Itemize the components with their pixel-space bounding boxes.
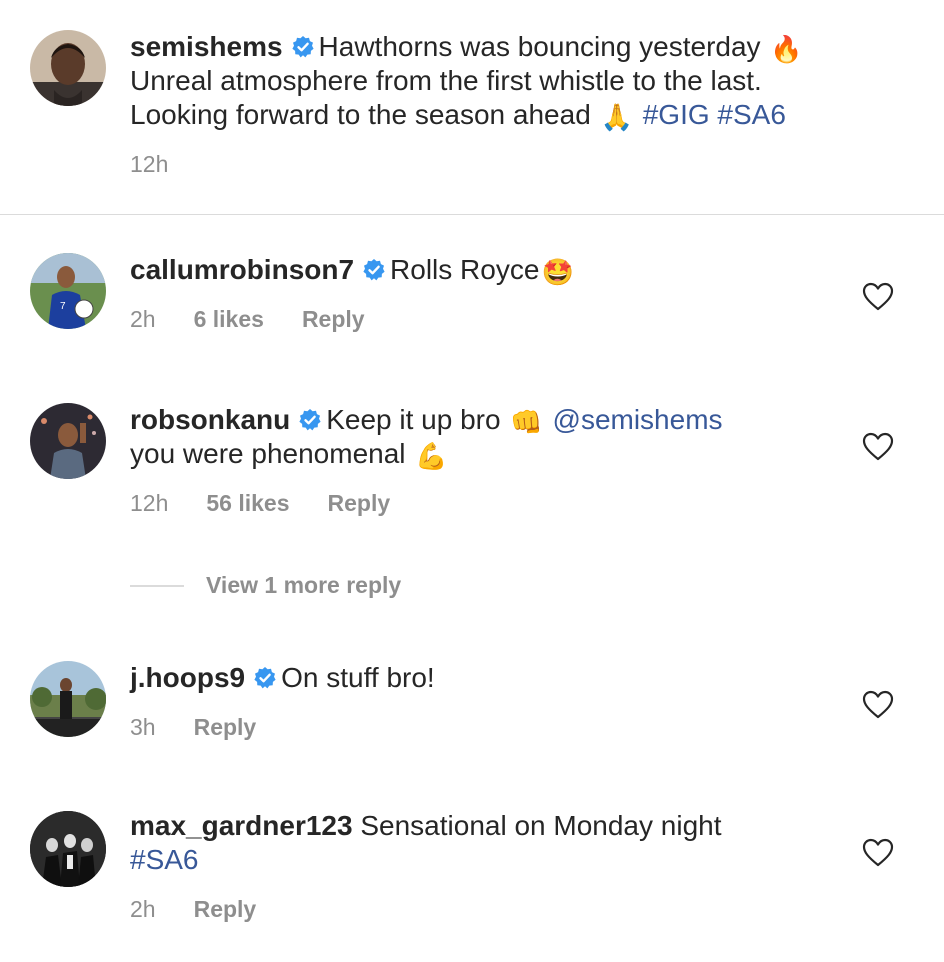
verified-badge-icon: [291, 35, 315, 59]
heart-icon[interactable]: [862, 690, 894, 720]
comment-text: callumrobinson7 Rolls Royce🤩: [130, 253, 850, 287]
heart-icon[interactable]: [862, 432, 894, 462]
reply-button[interactable]: Reply: [194, 714, 257, 740]
comment-text: robsonkanu Keep it up bro 👊 @semishems yo…: [130, 403, 850, 471]
comment-meta: 12h 56 likes Reply: [130, 489, 428, 517]
comment-body: Sensational on Monday night: [360, 810, 722, 841]
comment-row: 7 callumrobinson7 Rolls Royce🤩 2h 6 likes R…: [0, 215, 944, 355]
view-more-replies-label[interactable]: View 1 more reply: [206, 572, 401, 598]
comment-text: max_gardner123 Sensational on Monday nig…: [130, 809, 850, 877]
comment-meta: 3h Reply: [130, 713, 294, 741]
avatar[interactable]: [30, 661, 106, 737]
username[interactable]: callumrobinson7: [130, 254, 354, 285]
caption-line-1: Hawthorns was bouncing yesterday: [318, 31, 761, 62]
verified-badge-icon: [298, 408, 322, 432]
caption-meta: 12h: [130, 150, 206, 178]
comment-body-line-2: you were phenomenal: [130, 438, 406, 469]
verified-badge-icon: [362, 258, 386, 282]
hashtag-link[interactable]: #SA6: [130, 844, 199, 875]
caption-row: semishems Hawthorns was bouncing yesterda…: [0, 0, 944, 214]
avatar[interactable]: [30, 30, 106, 106]
timestamp: 12h: [130, 490, 169, 516]
star-struck-emoji: 🤩: [541, 257, 574, 287]
mention-link[interactable]: @semishems: [553, 404, 723, 435]
comment-body: Keep it up bro: [326, 404, 501, 435]
comment-body: Rolls Royce: [390, 254, 540, 285]
username[interactable]: robsonkanu: [130, 404, 290, 435]
timestamp: 2h: [130, 306, 156, 332]
comment-body: On stuff bro!: [281, 662, 435, 693]
username[interactable]: j.hoops9: [130, 662, 245, 693]
comment-meta: 2h Reply: [130, 895, 294, 923]
reply-button[interactable]: Reply: [302, 306, 365, 332]
likes-count[interactable]: 6 likes: [194, 306, 264, 332]
svg-text:7: 7: [60, 301, 66, 312]
avatar[interactable]: [30, 811, 106, 887]
timestamp: 3h: [130, 714, 156, 740]
comment-row: max_gardner123 Sensational on Monday nig…: [0, 795, 944, 962]
likes-count[interactable]: 56 likes: [206, 490, 289, 516]
comment-meta: 2h 6 likes Reply: [130, 305, 403, 333]
caption-line-3: Looking forward to the season ahead: [130, 99, 591, 130]
fist-emoji: 👊: [510, 407, 543, 437]
view-more-replies-button[interactable]: View 1 more reply: [130, 572, 401, 604]
timestamp: 12h: [130, 151, 169, 177]
comment-row: j.hoops9 On stuff bro! 3h Reply: [0, 615, 944, 795]
caption-line-2: Unreal atmosphere from the first whistle…: [130, 65, 762, 96]
username[interactable]: semishems: [130, 31, 283, 62]
reply-button[interactable]: Reply: [328, 490, 391, 516]
avatar[interactable]: [30, 403, 106, 479]
caption-text: semishems Hawthorns was bouncing yesterda…: [130, 30, 850, 132]
hashtag-link[interactable]: #GIG #SA6: [643, 99, 786, 130]
heart-icon[interactable]: [862, 282, 894, 312]
heart-icon[interactable]: [862, 838, 894, 868]
pray-emoji: 🙏: [600, 102, 633, 132]
username[interactable]: max_gardner123: [130, 810, 353, 841]
fire-emoji: 🔥: [770, 34, 803, 64]
replies-divider: [130, 584, 184, 587]
comment-text: j.hoops9 On stuff bro!: [130, 661, 850, 695]
timestamp: 2h: [130, 896, 156, 922]
flexed-biceps-emoji: 💪: [415, 441, 448, 471]
reply-button[interactable]: Reply: [194, 896, 257, 922]
verified-badge-icon: [253, 666, 277, 690]
avatar[interactable]: 7: [30, 253, 106, 329]
